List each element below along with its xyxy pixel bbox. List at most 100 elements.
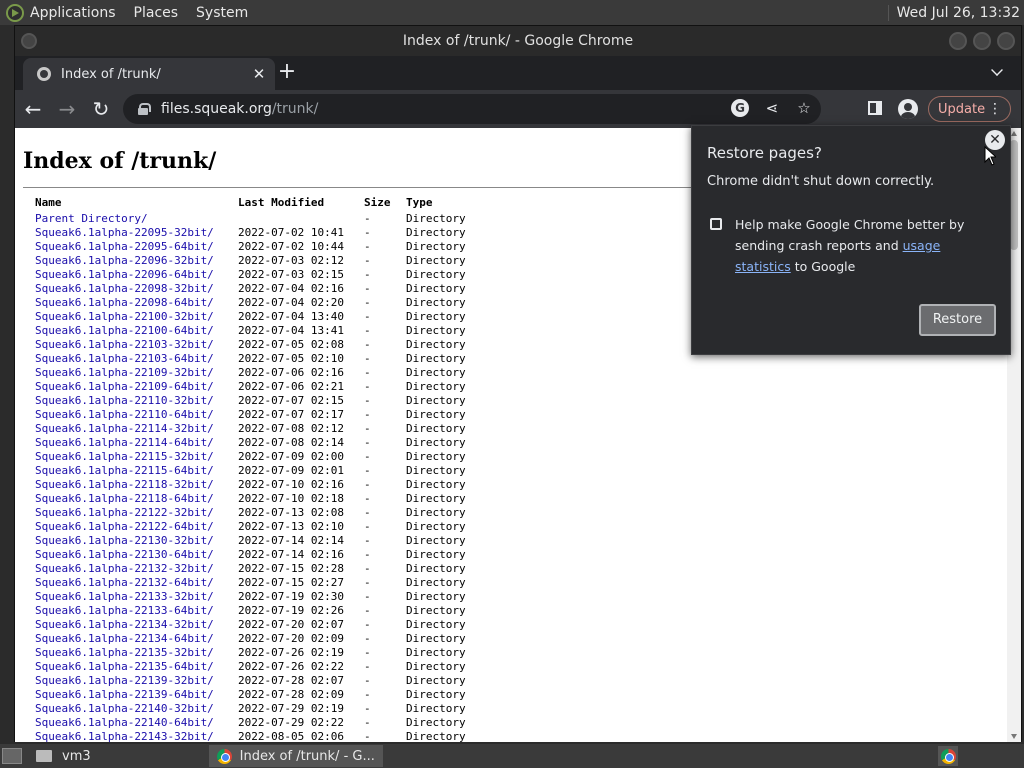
- row-size: -: [364, 660, 371, 673]
- row-name-link[interactable]: Squeak6.1alpha-22118-32bit/: [35, 478, 238, 492]
- row-name-link[interactable]: Squeak6.1alpha-22130-64bit/: [35, 548, 238, 562]
- row-name-link[interactable]: Squeak6.1alpha-22103-32bit/: [35, 338, 238, 352]
- scroll-down-arrow-icon[interactable]: [1011, 734, 1017, 739]
- maximize-icon[interactable]: [973, 32, 991, 50]
- row-type: Directory: [406, 212, 466, 225]
- profile-avatar-icon[interactable]: [898, 99, 918, 119]
- row-type: Directory: [406, 380, 466, 393]
- tray-chrome[interactable]: [938, 746, 958, 766]
- table-row: Squeak6.1alpha-22110-32bit/2022-07-07 02…: [35, 394, 496, 408]
- row-name-link[interactable]: Squeak6.1alpha-22096-32bit/: [35, 254, 238, 268]
- forward-button[interactable]: →: [51, 93, 83, 125]
- row-size: -: [364, 646, 371, 659]
- row-name-link[interactable]: Squeak6.1alpha-22132-64bit/: [35, 576, 238, 590]
- reload-button[interactable]: ↻: [85, 93, 117, 125]
- crash-report-checkbox[interactable]: [710, 218, 722, 230]
- row-name-link[interactable]: Squeak6.1alpha-22100-32bit/: [35, 310, 238, 324]
- row-name-link[interactable]: Squeak6.1alpha-22133-32bit/: [35, 590, 238, 604]
- row-type: Directory: [406, 576, 466, 589]
- side-panel-icon[interactable]: [868, 101, 882, 115]
- row-name-link[interactable]: Squeak6.1alpha-22135-32bit/: [35, 646, 238, 660]
- row-name-link[interactable]: Squeak6.1alpha-22098-64bit/: [35, 296, 238, 310]
- row-name-link[interactable]: Squeak6.1alpha-22100-64bit/: [35, 324, 238, 338]
- row-name-link[interactable]: Squeak6.1alpha-22109-64bit/: [35, 380, 238, 394]
- menu-system[interactable]: System: [196, 5, 248, 21]
- scrollbar-thumb[interactable]: [1010, 140, 1018, 250]
- row-name-link[interactable]: Squeak6.1alpha-22140-32bit/: [35, 702, 238, 716]
- row-size: -: [364, 534, 371, 547]
- table-row: Squeak6.1alpha-22095-32bit/2022-07-02 10…: [35, 226, 496, 240]
- row-name-link[interactable]: Squeak6.1alpha-22103-64bit/: [35, 352, 238, 366]
- col-type[interactable]: Type: [406, 196, 496, 210]
- tab-index-trunk[interactable]: Index of /trunk/ ✕: [23, 58, 275, 90]
- table-row: Squeak6.1alpha-22103-32bit/2022-07-05 02…: [35, 338, 496, 352]
- address-bar[interactable]: files.squeak.org/trunk/ G ⋖ ☆: [123, 94, 821, 124]
- row-name-link[interactable]: Squeak6.1alpha-22134-32bit/: [35, 618, 238, 632]
- row-name-link[interactable]: Squeak6.1alpha-22095-32bit/: [35, 226, 238, 240]
- row-name-link[interactable]: Squeak6.1alpha-22098-32bit/: [35, 282, 238, 296]
- row-name-link[interactable]: Squeak6.1alpha-22109-32bit/: [35, 366, 238, 380]
- share-icon[interactable]: ⋖: [763, 99, 781, 117]
- panel-clock[interactable]: Wed Jul 26, 13:32: [887, 4, 1024, 21]
- row-name-link[interactable]: Squeak6.1alpha-22130-32bit/: [35, 534, 238, 548]
- col-size[interactable]: Size: [364, 196, 406, 210]
- row-name-link[interactable]: Squeak6.1alpha-22114-64bit/: [35, 436, 238, 450]
- row-name-link[interactable]: Squeak6.1alpha-22118-64bit/: [35, 492, 238, 506]
- row-name-link[interactable]: Squeak6.1alpha-22115-64bit/: [35, 464, 238, 478]
- row-name-link[interactable]: Squeak6.1alpha-22140-64bit/: [35, 716, 238, 730]
- update-button[interactable]: Update ⋮: [928, 96, 1011, 122]
- scroll-up-arrow-icon[interactable]: [1011, 131, 1017, 136]
- row-name-link[interactable]: Squeak6.1alpha-22096-64bit/: [35, 268, 238, 282]
- row-size: -: [364, 590, 371, 603]
- row-name-link[interactable]: Squeak6.1alpha-22122-32bit/: [35, 506, 238, 520]
- lock-icon[interactable]: [137, 103, 151, 115]
- row-name-link[interactable]: Squeak6.1alpha-22143-32bit/: [35, 730, 238, 742]
- menu-places[interactable]: Places: [134, 5, 179, 21]
- new-tab-button[interactable]: +: [277, 61, 297, 85]
- row-name-link[interactable]: Squeak6.1alpha-22132-32bit/: [35, 562, 238, 576]
- row-name-link[interactable]: Squeak6.1alpha-22135-64bit/: [35, 660, 238, 674]
- close-window-icon[interactable]: [997, 32, 1015, 50]
- menu-applications[interactable]: Applications: [30, 5, 116, 21]
- col-name[interactable]: Name: [35, 196, 238, 210]
- row-type: Directory: [406, 702, 466, 715]
- tab-search-chevron-icon[interactable]: [991, 64, 1003, 76]
- row-name-link[interactable]: Squeak6.1alpha-22095-64bit/: [35, 240, 238, 254]
- row-size: -: [364, 254, 371, 267]
- row-name-link[interactable]: Squeak6.1alpha-22110-32bit/: [35, 394, 238, 408]
- kebab-menu-icon[interactable]: ⋮: [988, 101, 1002, 117]
- window-titlebar[interactable]: Index of /trunk/ - Google Chrome: [15, 26, 1021, 56]
- row-name-link[interactable]: Parent Directory/: [35, 212, 238, 226]
- table-row: Squeak6.1alpha-22134-64bit/2022-07-20 02…: [35, 632, 496, 646]
- row-name-link[interactable]: Squeak6.1alpha-22122-64bit/: [35, 520, 238, 534]
- row-type: Directory: [406, 408, 466, 421]
- row-name-link[interactable]: Squeak6.1alpha-22110-64bit/: [35, 408, 238, 422]
- distro-logo-icon[interactable]: [6, 3, 24, 22]
- row-name-link[interactable]: Squeak6.1alpha-22115-32bit/: [35, 450, 238, 464]
- mouse-pointer-icon: [984, 146, 996, 166]
- row-type: Directory: [406, 716, 466, 729]
- google-lens-icon[interactable]: G: [731, 99, 749, 117]
- back-button[interactable]: ←: [17, 93, 49, 125]
- restore-button[interactable]: Restore: [919, 304, 996, 336]
- tab-close-icon[interactable]: ✕: [251, 65, 267, 83]
- bookmark-star-icon[interactable]: ☆: [795, 99, 813, 117]
- minimize-icon[interactable]: [949, 32, 967, 50]
- taskbar-item-label: vm3: [62, 748, 91, 764]
- taskbar-item-chrome[interactable]: Index of /trunk/ - G...: [208, 745, 383, 767]
- show-desktop-icon[interactable]: [2, 748, 22, 764]
- col-last-modified[interactable]: Last Modified: [238, 196, 364, 210]
- table-row: Squeak6.1alpha-22135-32bit/2022-07-26 02…: [35, 646, 496, 660]
- row-name-link[interactable]: Squeak6.1alpha-22134-64bit/: [35, 632, 238, 646]
- row-name-link[interactable]: Squeak6.1alpha-22139-32bit/: [35, 674, 238, 688]
- row-size: -: [364, 562, 371, 575]
- row-name-link[interactable]: Squeak6.1alpha-22139-64bit/: [35, 688, 238, 702]
- taskbar-item-vm3[interactable]: vm3: [28, 745, 99, 767]
- row-size: -: [364, 310, 371, 323]
- row-type: Directory: [406, 464, 466, 477]
- row-last-modified: 2022-07-28 02:09: [238, 688, 344, 701]
- row-type: Directory: [406, 632, 466, 645]
- row-name-link[interactable]: Squeak6.1alpha-22133-64bit/: [35, 604, 238, 618]
- window-menu-icon[interactable]: [21, 33, 37, 49]
- row-name-link[interactable]: Squeak6.1alpha-22114-32bit/: [35, 422, 238, 436]
